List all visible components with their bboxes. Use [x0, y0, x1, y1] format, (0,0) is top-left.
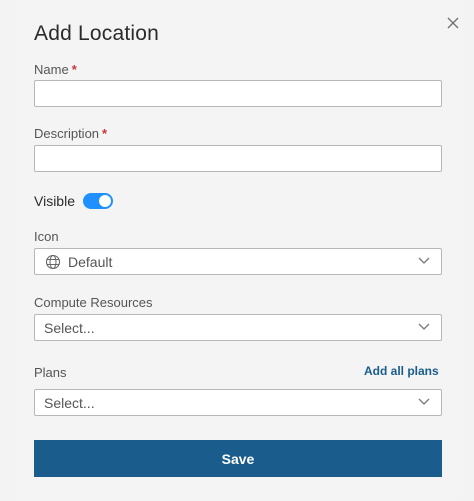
visible-row: Visible [34, 193, 113, 209]
description-field[interactable] [34, 145, 442, 172]
visible-toggle[interactable] [83, 193, 113, 209]
description-label-text: Description [34, 126, 100, 141]
save-button[interactable]: Save [34, 440, 442, 477]
chevron-down-icon [418, 398, 430, 405]
plans-label: Plans [34, 365, 67, 380]
toggle-knob [99, 195, 111, 207]
compute-resources-label: Compute Resources [34, 295, 153, 310]
dialog-title: Add Location [34, 22, 159, 45]
add-all-plans-link[interactable]: Add all plans [364, 364, 439, 378]
globe-icon [45, 254, 61, 270]
compute-resources-select[interactable]: Select... [34, 314, 442, 341]
name-label-text: Name [34, 62, 69, 77]
required-marker: * [71, 62, 77, 77]
icon-selected-value: Default [68, 254, 113, 270]
plans-placeholder: Select... [44, 395, 95, 411]
name-label: Name * [34, 62, 77, 77]
visible-label: Visible [34, 193, 75, 209]
add-location-dialog: Add Location Name * Description * Visible … [0, 0, 474, 501]
description-label: Description * [34, 126, 107, 141]
required-marker: * [102, 126, 108, 141]
chevron-down-icon [418, 323, 430, 330]
icon-label: Icon [34, 229, 59, 244]
plans-select[interactable]: Select... [34, 389, 442, 416]
icon-select[interactable]: Default [34, 248, 442, 275]
close-icon[interactable] [441, 11, 465, 35]
name-field[interactable] [34, 80, 442, 107]
chevron-down-icon [418, 257, 430, 264]
description-input[interactable] [35, 146, 441, 171]
name-input[interactable] [35, 81, 441, 106]
compute-resources-placeholder: Select... [44, 320, 95, 336]
